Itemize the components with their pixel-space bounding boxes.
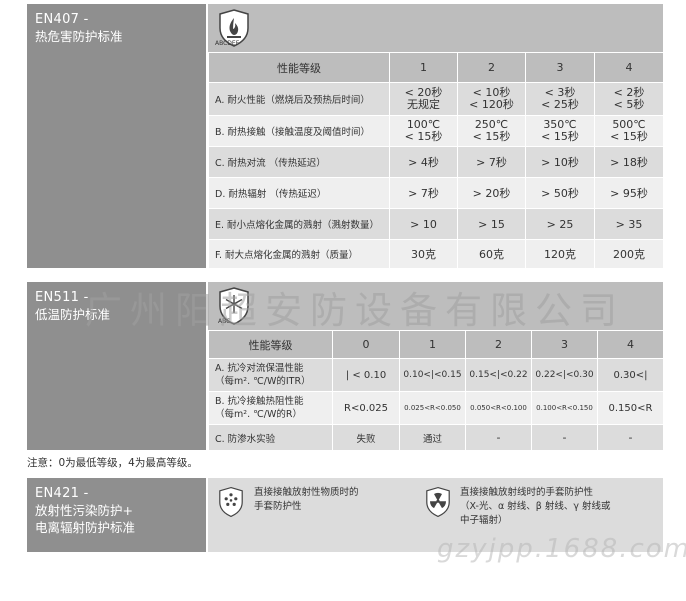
en511-header-row: 性能等级 0 1 2 3 4 — [208, 330, 664, 359]
en421-sidebar: EN421 - 放射性污染防护+ 电离辐射防护标准 — [27, 478, 206, 552]
cell: R<0.025 — [332, 391, 400, 425]
cell: > 95秒 — [594, 177, 664, 209]
cell: - — [531, 424, 598, 451]
en407-grid: 性能等级 1 2 3 4 A. 耐火性能（燃烧后及预热后时间） < 20秒 无规… — [208, 52, 664, 269]
table-row: A. 抗冷对流保温性能 （每m². ℃/W的ITR） | < 0.10 0.10… — [208, 358, 664, 392]
watermark-url: gzyjpp.1688.com — [437, 534, 686, 564]
en407-title: 热危害防护标准 — [35, 29, 123, 44]
en511-header-label: 性能等级 — [208, 330, 333, 359]
row-label: B. 耐热接触（接触温度及阈值时间） — [208, 115, 390, 147]
en421-item2-line: 直接接触放射线时的手套防护性 — [460, 487, 594, 498]
cell: 0.100<R<0.150 — [531, 391, 598, 425]
cell: 500℃ < 15秒 — [594, 115, 664, 147]
cell: 0.025<R<0.050 — [399, 391, 466, 425]
en421-title-line1: 放射性污染防护+ — [35, 503, 133, 518]
cell: 0.150<R — [597, 391, 664, 425]
watermark-company: 广州阳超安防设备有限公司 — [85, 289, 625, 332]
en421-item2-line: 中子辐射） — [460, 515, 508, 526]
en421-item1-line: 手套防护性 — [254, 501, 302, 512]
cell: 失败 — [332, 424, 400, 451]
table-row: A. 耐火性能（燃烧后及预热后时间） < 20秒 无规定 < 10秒 < 120… — [208, 82, 664, 116]
cell: > 35 — [594, 208, 664, 240]
cell: < 10秒 < 120秒 — [457, 82, 526, 116]
row-label: B. 抗冷接触热阻性能 （每m². ℃/W的R） — [208, 391, 333, 425]
table-row: B. 耐热接触（接触温度及阈值时间） 100℃ < 15秒 250℃ < 15秒… — [208, 115, 664, 147]
en407-table: ABCDEF 性能等级 1 2 3 4 A. 耐火性能（燃烧后及预热后时间） <… — [208, 4, 664, 269]
cell: > 20秒 — [457, 177, 526, 209]
en421-item2-line: （X-光、α 射线、β 射线、γ 射线或 — [460, 501, 611, 512]
row-label: A. 抗冷对流保温性能 （每m². ℃/W的ITR） — [208, 358, 333, 392]
cell: 0.10<|<0.15 — [399, 358, 466, 392]
cell: 0.22<|<0.30 — [531, 358, 598, 392]
table-row: D. 耐热辐射 （传热延迟） > 7秒 > 20秒 > 50秒 > 95秒 — [208, 177, 664, 209]
cell: > 15 — [457, 208, 526, 240]
row-label: E. 耐小点熔化金属的溅射（溅射数量） — [208, 208, 390, 240]
table-row: E. 耐小点熔化金属的溅射（溅射数量） > 10 > 15 > 25 > 35 — [208, 208, 664, 240]
cell: - — [465, 424, 532, 451]
en407-level: 3 — [525, 52, 595, 83]
cell: - — [597, 424, 664, 451]
row-label: A. 耐火性能（燃烧后及预热后时间） — [208, 82, 390, 116]
en407-icon-row: ABCDEF — [208, 4, 663, 52]
cell: > 4秒 — [389, 146, 458, 178]
en511-level: 3 — [531, 330, 598, 359]
cell: < 20秒 无规定 — [389, 82, 458, 116]
cell: > 10秒 — [525, 146, 595, 178]
en407-level: 2 — [457, 52, 526, 83]
row-label: C. 防渗水实验 — [208, 424, 333, 451]
cell: > 10 — [389, 208, 458, 240]
cell: > 7秒 — [457, 146, 526, 178]
en407-section: EN407 - 热危害防护标准 ABCDEF 性能等级 1 2 3 4 A. 耐… — [27, 4, 664, 269]
cell: 200克 — [594, 239, 664, 269]
cell: < 3秒 < 25秒 — [525, 82, 595, 116]
cell: 120克 — [525, 239, 595, 269]
en407-code: EN407 - — [35, 12, 89, 27]
en407-icon-label: ABCDEF — [215, 40, 240, 47]
radiation-shield-icon — [426, 486, 450, 518]
cell: > 25 — [525, 208, 595, 240]
en511-level: 4 — [597, 330, 664, 359]
cell: > 7秒 — [389, 177, 458, 209]
cell: < 2秒 < 5秒 — [594, 82, 664, 116]
cell: 0.30<| — [597, 358, 664, 392]
en407-level: 1 — [389, 52, 458, 83]
en407-header-row: 性能等级 1 2 3 4 — [208, 52, 664, 83]
en421-item1: 直接接触放射性物质时的 手套防护性 — [254, 486, 359, 514]
table-row: C. 耐热对流 （传热延迟） > 4秒 > 7秒 > 10秒 > 18秒 — [208, 146, 664, 178]
en511-level: 1 — [399, 330, 466, 359]
cell: 350℃ < 15秒 — [525, 115, 595, 147]
cell: 100℃ < 15秒 — [389, 115, 458, 147]
table-row: F. 耐大点熔化金属的溅射（质量） 30克 60克 120克 200克 — [208, 239, 664, 269]
en421-code: EN421 - — [35, 486, 89, 501]
en407-level: 4 — [594, 52, 664, 83]
cell: > 18秒 — [594, 146, 664, 178]
cell: | < 0.10 — [332, 358, 400, 392]
cell: 30克 — [389, 239, 458, 269]
level-note: 注意：0为最低等级，4为最高等级。 — [27, 457, 198, 469]
row-label: C. 耐热对流 （传热延迟） — [208, 146, 390, 178]
en421-title-line2: 电离辐射防护标准 — [35, 520, 136, 535]
cell: 0.050<R<0.100 — [465, 391, 532, 425]
cell: 60克 — [457, 239, 526, 269]
row-label: F. 耐大点熔化金属的溅射（质量） — [208, 239, 390, 269]
en407-sidebar: EN407 - 热危害防护标准 — [27, 4, 206, 268]
cell: 250℃ < 15秒 — [457, 115, 526, 147]
en511-level: 2 — [465, 330, 532, 359]
en421-item1-line: 直接接触放射性物质时的 — [254, 487, 359, 498]
table-row: B. 抗冷接触热阻性能 （每m². ℃/W的R） R<0.025 0.025<R… — [208, 391, 664, 425]
contamination-shield-icon — [219, 486, 243, 518]
table-row: C. 防渗水实验 失败 通过 - - - — [208, 424, 664, 451]
en511-grid: 性能等级 0 1 2 3 4 A. 抗冷对流保温性能 （每m². ℃/W的ITR… — [208, 330, 664, 451]
en511-level: 0 — [332, 330, 400, 359]
cell: 通过 — [399, 424, 466, 451]
cell: > 50秒 — [525, 177, 595, 209]
cell: 0.15<|<0.22 — [465, 358, 532, 392]
row-label: D. 耐热辐射 （传热延迟） — [208, 177, 390, 209]
en407-header-label: 性能等级 — [208, 52, 390, 83]
en421-item2: 直接接触放射线时的手套防护性 （X-光、α 射线、β 射线、γ 射线或 中子辐射… — [460, 486, 610, 528]
